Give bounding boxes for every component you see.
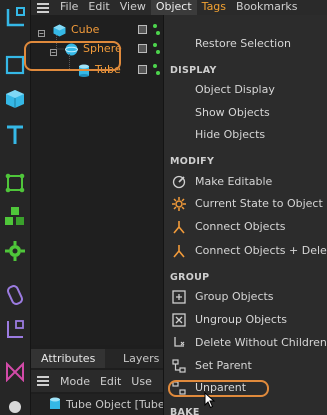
section-bake: BAKE xyxy=(170,407,200,415)
tab-layers[interactable]: Layers xyxy=(113,349,169,368)
menu-item-connect-objects[interactable]: Connect Objects xyxy=(164,216,327,238)
connect-delete-icon xyxy=(172,244,186,258)
menu-item-label: Current State to Object xyxy=(195,197,323,210)
attributes-object-header: Tube Object [Tube] xyxy=(31,394,163,415)
set-parent-icon xyxy=(172,359,186,373)
layer-visibility-icon[interactable] xyxy=(138,44,147,53)
tab-attributes[interactable]: Attributes xyxy=(31,349,106,368)
attributes-tabbar: Attributes Layers xyxy=(31,349,163,368)
layer-visibility-icon[interactable] xyxy=(138,65,147,74)
attr-menu-mode[interactable]: Mode xyxy=(55,375,95,388)
attributes-object-label: Tube Object [Tube] xyxy=(66,398,163,411)
menu-bookmarks[interactable]: Bookmarks xyxy=(231,0,302,15)
menu-view[interactable]: View xyxy=(115,0,151,15)
connect-objects-icon xyxy=(172,220,186,234)
gear-deformer-icon[interactable] xyxy=(1,236,29,266)
attributes-menubar: Mode Edit Use xyxy=(31,370,163,392)
menu-item-show-objects[interactable]: Show Objects xyxy=(164,102,327,124)
spline-point-icon[interactable] xyxy=(1,168,29,198)
unparent-highlight-ring xyxy=(168,380,269,397)
visibility-dots-icon[interactable] xyxy=(152,63,161,77)
make-editable-icon xyxy=(172,175,186,189)
menu-item-set-parent[interactable]: Set Parent xyxy=(164,355,327,377)
visibility-dots-icon[interactable] xyxy=(152,23,161,37)
current-state-icon xyxy=(172,197,186,211)
menu-item-current-state-to-object[interactable]: Current State to Object xyxy=(164,193,327,215)
move-tool-icon[interactable] xyxy=(1,2,29,32)
section-display: DISPLAY xyxy=(170,65,217,76)
hamburger-menu-icon[interactable] xyxy=(31,376,55,386)
shader-icon[interactable] xyxy=(1,356,29,386)
menu-item-label: Make Editable xyxy=(195,175,273,188)
cloner-icon[interactable] xyxy=(1,202,29,232)
menu-tags[interactable]: Tags xyxy=(197,0,231,15)
ungroup-objects-icon xyxy=(172,313,186,327)
menu-file[interactable]: File xyxy=(55,0,83,15)
delete-without-children-icon xyxy=(172,336,186,350)
bend-deformer-icon[interactable] xyxy=(1,280,29,310)
tube-highlight-ring xyxy=(24,41,121,71)
menu-item-ungroup-objects[interactable]: Ungroup Objects xyxy=(164,309,327,331)
section-modify: MODIFY xyxy=(170,156,215,167)
menu-item-label: Delete Without Children xyxy=(195,336,327,349)
coordinate-axis-icon[interactable] xyxy=(1,314,29,344)
menu-edit[interactable]: Edit xyxy=(83,0,114,15)
tube-icon xyxy=(49,397,61,413)
attr-menu-use[interactable]: Use xyxy=(126,375,157,388)
text-tool-icon[interactable] xyxy=(1,120,29,150)
hamburger-menu-icon[interactable] xyxy=(31,0,55,15)
section-group: GROUP xyxy=(170,272,210,283)
mouse-cursor-icon xyxy=(204,391,216,412)
menu-item-object-display[interactable]: Object Display xyxy=(164,79,327,101)
menu-item-label: Connect Objects xyxy=(195,220,286,233)
visibility-dots-icon[interactable] xyxy=(152,42,161,56)
object-menu-dropdown: Restore Selection DISPLAY Object Display… xyxy=(163,15,327,415)
layer-visibility-icon[interactable] xyxy=(138,25,147,34)
group-objects-icon xyxy=(172,290,186,304)
menu-item-connect-objects-delete[interactable]: Connect Objects + Delete xyxy=(164,240,327,262)
menu-item-make-editable[interactable]: Make Editable xyxy=(164,171,327,193)
cube-object-icon[interactable] xyxy=(1,84,29,114)
light-icon[interactable] xyxy=(1,392,29,415)
menu-item-restore-selection[interactable]: Restore Selection xyxy=(164,33,327,55)
attr-menu-edit[interactable]: Edit xyxy=(95,375,126,388)
menu-item-label: Connect Objects + Delete xyxy=(195,244,327,257)
menu-item-label: Ungroup Objects xyxy=(195,313,288,326)
menubar: File Edit View Object Tags Bookmarks xyxy=(31,0,327,15)
menu-item-delete-without-children[interactable]: Delete Without Children xyxy=(164,332,327,354)
menu-item-label: Group Objects xyxy=(195,290,274,303)
menu-object[interactable]: Object xyxy=(150,0,197,15)
menu-item-label: Set Parent xyxy=(195,359,252,372)
menu-item-hide-objects[interactable]: Hide Objects xyxy=(164,124,327,146)
menu-item-group-objects[interactable]: Group Objects xyxy=(164,286,327,308)
